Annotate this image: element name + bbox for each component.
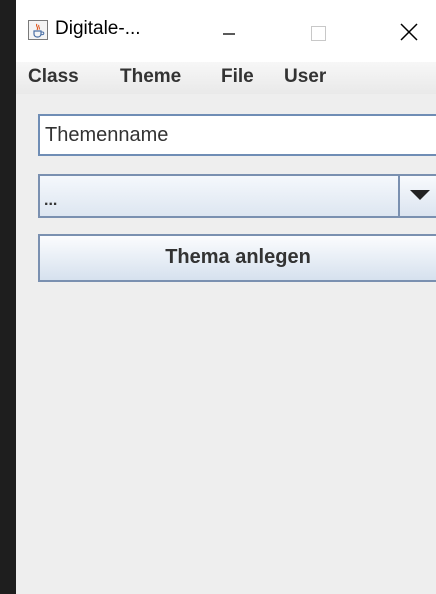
menu-class[interactable]: Class — [28, 66, 79, 88]
theme-select-dropdown-button[interactable] — [398, 176, 436, 216]
minimize-button[interactable] — [206, 12, 252, 48]
app-window: Digitale-... Class Theme File User ... — [16, 0, 436, 594]
chevron-down-icon — [410, 190, 430, 200]
maximize-button[interactable] — [296, 12, 342, 48]
java-cup-icon[interactable] — [28, 20, 48, 40]
close-button[interactable] — [386, 12, 432, 48]
theme-select[interactable]: ... — [38, 174, 436, 218]
titlebar: Digitale-... — [16, 0, 436, 62]
close-icon — [400, 23, 418, 41]
content-panel: ... Thema anlegen — [16, 94, 436, 594]
theme-name-input[interactable] — [38, 114, 436, 156]
menubar: Class Theme File User — [16, 62, 436, 94]
theme-select-value: ... — [44, 192, 58, 209]
maximize-icon — [311, 26, 326, 41]
menu-theme[interactable]: Theme — [120, 66, 181, 88]
window-title: Digitale-... — [55, 18, 141, 39]
create-theme-button[interactable]: Thema anlegen — [38, 234, 436, 282]
minimize-icon — [223, 33, 235, 35]
menu-file[interactable]: File — [221, 66, 254, 88]
menu-user[interactable]: User — [284, 66, 326, 88]
